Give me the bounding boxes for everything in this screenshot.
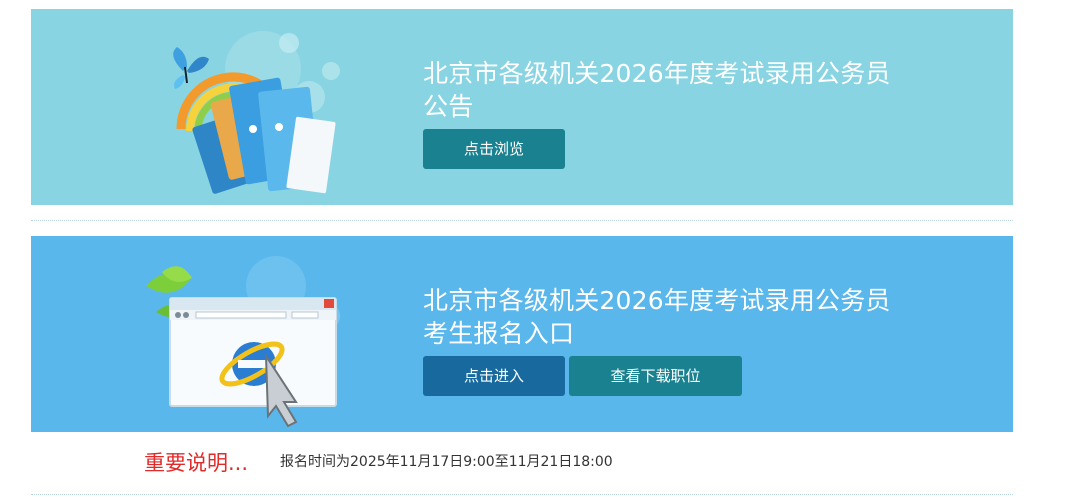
- enter-button[interactable]: 点击进入: [423, 356, 565, 396]
- registration-title-line1: 北京市各级机关2026年度考试录用公务员: [423, 286, 891, 315]
- announcement-title-line1: 北京市各级机关2026年度考试录用公务员: [423, 59, 891, 88]
- announcement-title: 北京市各级机关2026年度考试录用公务员 公告: [423, 57, 963, 123]
- announcement-title-line2: 公告: [423, 92, 474, 121]
- announcement-banner: 北京市各级机关2026年度考试录用公务员 公告 点击浏览: [31, 9, 1013, 205]
- registration-title-line2: 考生报名入口: [423, 319, 575, 348]
- registration-banner: 北京市各级机关2026年度考试录用公务员 考生报名入口 点击进入 查看下载职位: [31, 236, 1013, 432]
- registration-period-text: 报名时间为2025年11月17日9:00至11月21日18:00: [280, 454, 613, 470]
- folders-butterfly-icon: [173, 31, 340, 194]
- browser-window-icon: [146, 256, 340, 428]
- section-divider: [31, 220, 1013, 221]
- view-download-positions-button[interactable]: 查看下载职位: [569, 356, 742, 396]
- browse-button[interactable]: 点击浏览: [423, 129, 565, 169]
- important-notice-label[interactable]: 重要说明...: [144, 449, 248, 477]
- registration-title: 北京市各级机关2026年度考试录用公务员 考生报名入口: [423, 284, 963, 350]
- bottom-divider: [31, 494, 1013, 495]
